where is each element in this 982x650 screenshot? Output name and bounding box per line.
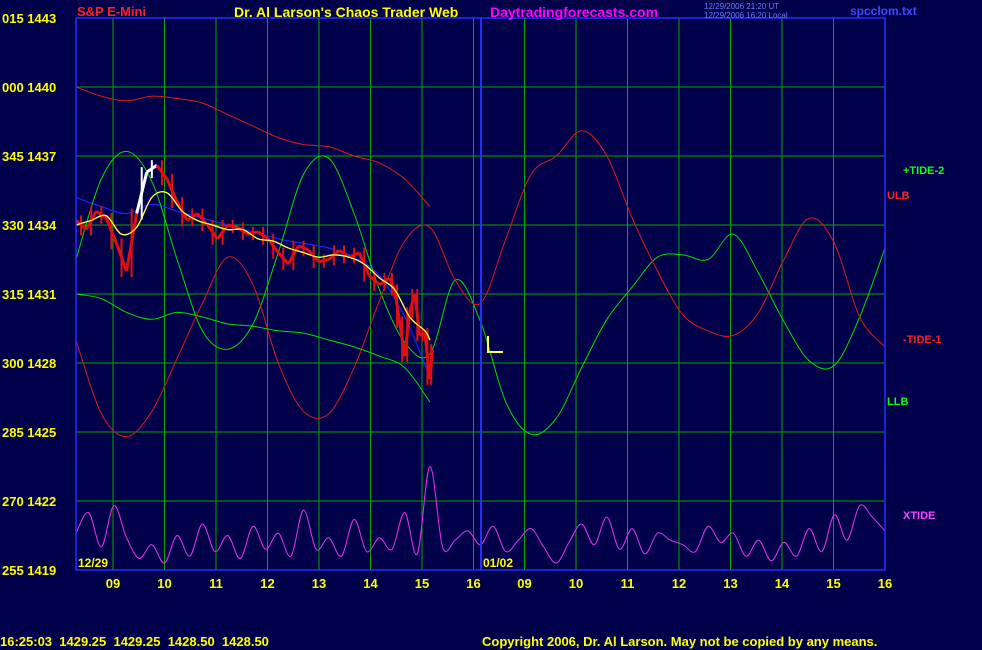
x-tick-label: 12 bbox=[672, 576, 686, 591]
x-tick-label: 14 bbox=[363, 576, 378, 591]
copyright-notice: Copyright 2006, Dr. Al Larson. May not b… bbox=[482, 634, 878, 649]
series-line-ulb bbox=[75, 86, 431, 207]
y-tick-label: 315 1431 bbox=[2, 287, 56, 302]
x-tick-label: 16 bbox=[878, 576, 892, 591]
x-tick-label: 12 bbox=[260, 576, 274, 591]
series-line-moving-average-blue bbox=[75, 196, 431, 378]
y-tick-label: 015 1443 bbox=[2, 11, 56, 26]
chart-labels: 015 1443 000 1440 345 1437 330 1434 315 1431… bbox=[0, 0, 892, 591]
timestamp-ut: 12/29/2006 21:20 UT bbox=[704, 2, 780, 11]
label-tide-1: -TIDE-1 bbox=[903, 334, 942, 346]
date-label: 12/29 bbox=[78, 556, 108, 570]
annotation-marker-l bbox=[487, 336, 503, 353]
label-ulb: ULB bbox=[887, 190, 910, 202]
x-tick-label: 11 bbox=[209, 576, 223, 591]
x-tick-label: 14 bbox=[775, 576, 790, 591]
y-tick-label: 270 1422 bbox=[2, 494, 56, 509]
label-tide-2: +TIDE-2 bbox=[903, 165, 945, 177]
series-line-ma-yellow-overlay bbox=[75, 191, 431, 341]
y-tick-label: 000 1440 bbox=[2, 80, 56, 95]
x-tick-label: 13 bbox=[723, 576, 737, 591]
label-llb: LLB bbox=[887, 396, 909, 408]
date-label: 01/02 bbox=[483, 556, 513, 570]
timestamp-local: 12/29/2006 16:20 Local bbox=[704, 11, 788, 20]
x-tick-label: 16 bbox=[466, 576, 480, 591]
annotation-marker-text: L bbox=[0, 0, 1, 1]
y-tick-label: 345 1437 bbox=[2, 149, 56, 164]
x-tick-label: 09 bbox=[106, 576, 120, 591]
price-chart: 015 1443 000 1440 345 1437 330 1434 315 1431… bbox=[0, 0, 892, 591]
label-xtide: XTIDE bbox=[903, 510, 936, 522]
series-line-llb bbox=[75, 293, 431, 403]
x-tick-label: 13 bbox=[312, 576, 326, 591]
y-tick-label: 255 1419 bbox=[2, 563, 56, 578]
y-tick-label: 300 1428 bbox=[2, 356, 56, 371]
x-tick-label: 09 bbox=[517, 576, 531, 591]
x-tick-label: 15 bbox=[415, 576, 429, 591]
y-tick-label: 330 1434 bbox=[2, 218, 57, 233]
instrument-name: S&P E-Mini bbox=[77, 4, 147, 19]
data-file-name: spcclom.txt bbox=[850, 4, 917, 18]
chart-title: Dr. Al Larson's Chaos Trader Web bbox=[234, 4, 459, 20]
last-quote: 16:25:03 1429.25 1429.25 1428.50 1428.50 bbox=[0, 634, 269, 649]
x-tick-label: 10 bbox=[157, 576, 171, 591]
website-link[interactable]: Daytradingforecasts.com bbox=[490, 4, 658, 20]
series-line-moving-average-yellow bbox=[75, 191, 431, 341]
x-tick-label: 11 bbox=[621, 576, 635, 591]
x-tick-label: 10 bbox=[569, 576, 583, 591]
y-tick-label: 285 1425 bbox=[2, 425, 56, 440]
x-tick-label: 15 bbox=[826, 576, 840, 591]
